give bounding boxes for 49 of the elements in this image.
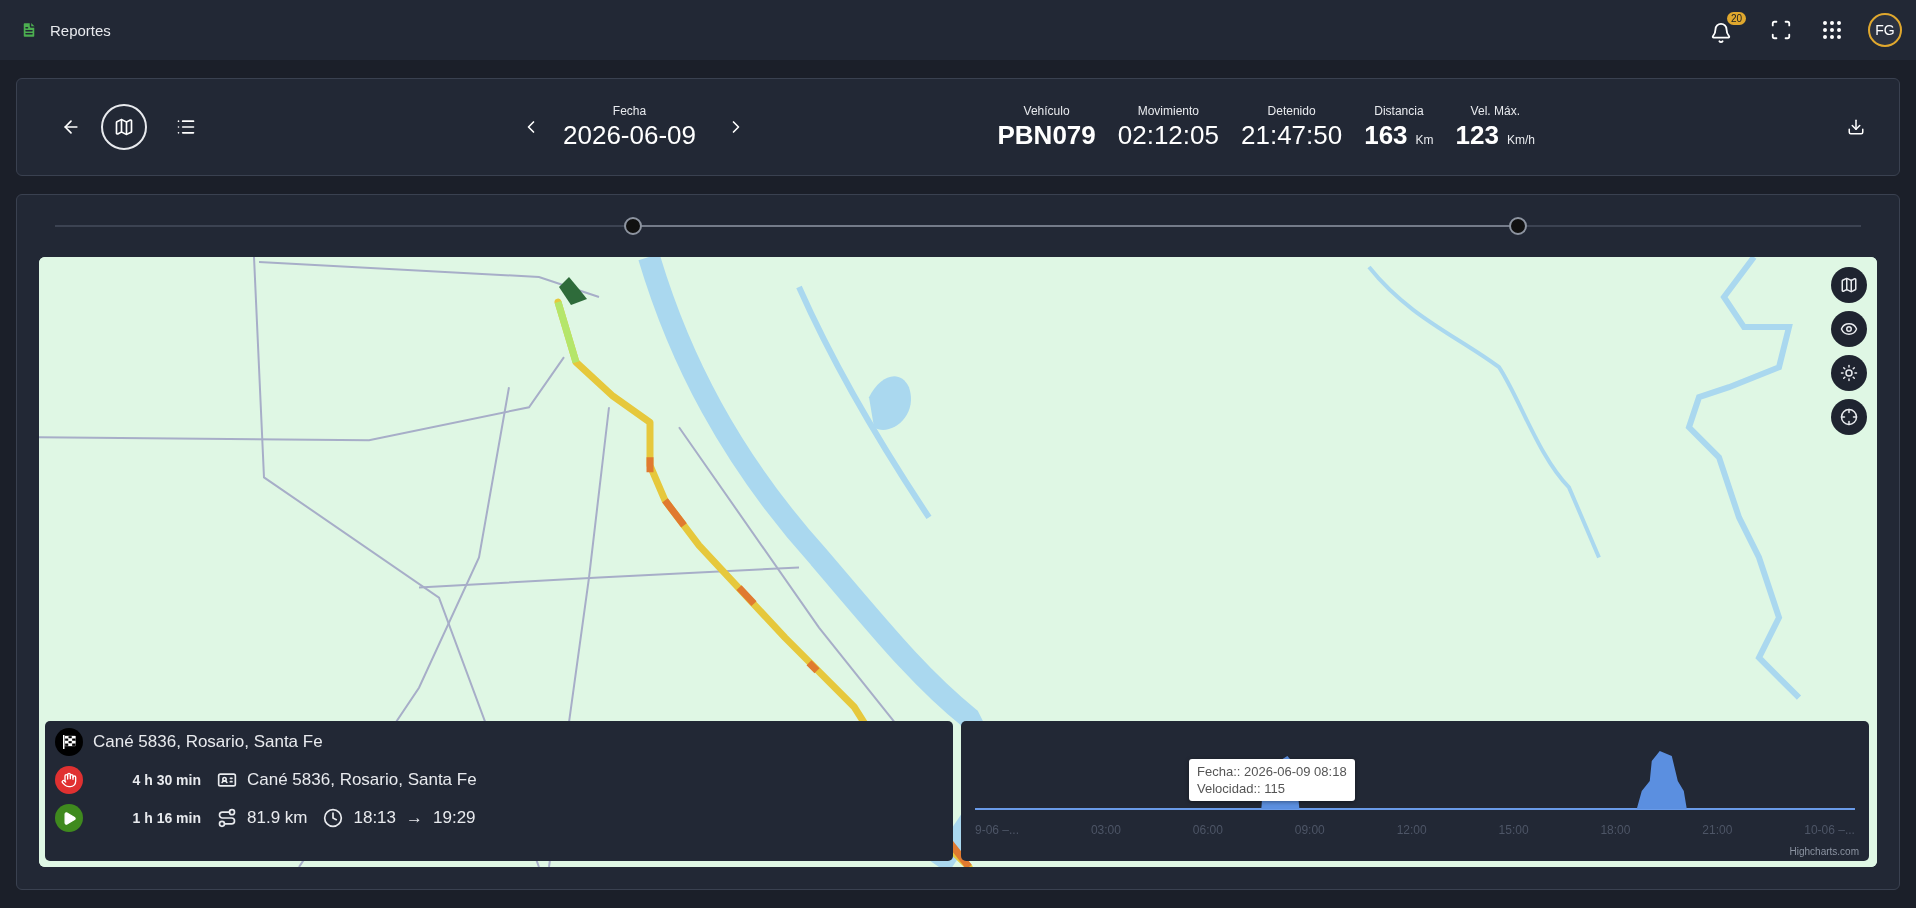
route-icon <box>217 808 237 828</box>
stat-value: 163 <box>1364 119 1408 151</box>
stat-label: Vehículo <box>1023 103 1070 118</box>
address-text: Cané 5836, Rosario, Santa Fe <box>93 732 323 752</box>
document-icon <box>20 21 38 39</box>
range-end-thumb[interactable] <box>1508 217 1527 235</box>
eye-icon <box>1840 320 1858 338</box>
stat-label: Distancia <box>1374 103 1424 118</box>
stat-value: 02:12:05 <box>1117 119 1219 151</box>
map-icon <box>114 117 134 137</box>
chart-credit: Highcharts.com <box>1789 846 1859 857</box>
user-avatar[interactable]: FG <box>1868 13 1902 47</box>
target-icon <box>1840 408 1858 426</box>
brightness-icon <box>1840 364 1858 382</box>
address-text: Cané 5836, Rosario, Santa Fe <box>247 770 477 790</box>
app-title: Reportes <box>50 21 112 39</box>
arrow-text: → <box>406 808 424 828</box>
stat-label: Detenido <box>1267 103 1316 118</box>
download-icon <box>1847 118 1865 136</box>
hand-icon <box>61 772 77 788</box>
stat-unit: Km/h <box>1507 132 1535 147</box>
play-icon <box>61 810 77 826</box>
start-time-text: 18:13 <box>353 808 397 828</box>
stat-value: 123 <box>1455 119 1499 151</box>
duration-text: 1 h 16 min <box>131 810 201 826</box>
tooltip-text: Fecha:: 2026-06-09 08:18 <box>1197 764 1347 779</box>
range-start-thumb[interactable] <box>623 217 642 235</box>
stat-value: 21:47:50 <box>1241 119 1343 151</box>
date-value: 2026-06-09 <box>563 119 696 151</box>
end-time-text: 19:29 <box>433 808 476 828</box>
duration-text: 4 h 30 min <box>131 772 201 788</box>
stat-value: PBN079 <box>997 119 1096 151</box>
distance-text: 81.9 km <box>247 808 308 828</box>
map-view-button[interactable] <box>101 104 147 150</box>
fullscreen-icon <box>1770 19 1792 41</box>
stat-label: Vel. Máx. <box>1470 103 1520 118</box>
map-icon <box>1840 276 1858 294</box>
checkered-flag-icon <box>61 734 77 750</box>
clock-icon <box>323 808 344 828</box>
bell-icon <box>1710 22 1732 44</box>
list-icon <box>176 117 196 137</box>
id-card-icon <box>217 770 237 790</box>
date-label: Fecha <box>612 103 647 118</box>
stat-label: Movimiento <box>1137 103 1200 118</box>
stat-unit: Km <box>1415 132 1434 147</box>
apps-grid-icon <box>1820 18 1844 42</box>
tooltip-text: Velocidad:: 115 <box>1197 781 1286 796</box>
notifications-button[interactable]: 20 <box>1706 12 1746 48</box>
notification-count: 20 <box>1726 12 1746 25</box>
